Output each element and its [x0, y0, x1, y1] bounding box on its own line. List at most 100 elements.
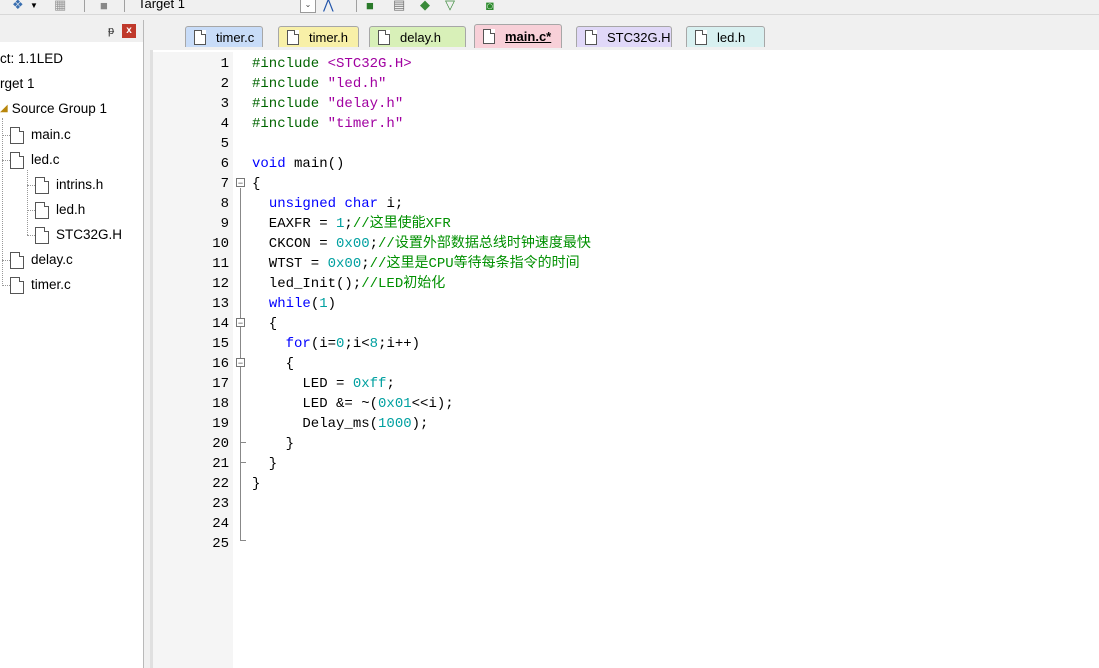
manage-icon[interactable]: ■: [366, 0, 374, 13]
line-number: 22: [212, 476, 229, 492]
file-icon: [378, 29, 390, 45]
code-line[interactable]: 5: [153, 134, 1099, 154]
line-number: 14: [212, 316, 229, 332]
code-text: CKCON = 0x00;//设置外部数据总线时钟速度最快: [252, 236, 591, 252]
tab-label: delay.h: [400, 29, 441, 45]
line-number: 20: [212, 436, 229, 452]
tree-connector: [27, 210, 35, 211]
line-number: 6: [220, 156, 229, 172]
code-line[interactable]: 17 LED = 0xff;: [153, 374, 1099, 394]
tab-label: timer.c: [216, 29, 255, 45]
debug-icon[interactable]: ◙: [486, 0, 494, 13]
code-line[interactable]: 25: [153, 534, 1099, 554]
code-text: void main(): [252, 156, 345, 172]
tree-target[interactable]: rget 1: [0, 74, 35, 94]
tab-delay-h[interactable]: delay.h: [369, 26, 466, 47]
code-line[interactable]: 19 Delay_ms(1000);: [153, 414, 1099, 434]
tab-label: STC32G.H: [607, 29, 671, 45]
close-icon[interactable]: x: [122, 24, 136, 38]
pack-icon[interactable]: ◆: [420, 0, 430, 13]
tree-group-label: Source Group 1: [11, 101, 108, 116]
funnel-icon[interactable]: ▽: [445, 0, 455, 13]
code-line[interactable]: 14 {: [153, 314, 1099, 334]
code-line[interactable]: 21 }: [153, 454, 1099, 474]
code-text: unsigned char i;: [268, 196, 404, 212]
tree-file-led-c[interactable]: led.c: [10, 150, 60, 170]
code-line[interactable]: 20 }: [153, 434, 1099, 454]
code-line[interactable]: 23: [153, 494, 1099, 514]
line-number: 11: [212, 256, 229, 272]
tab-label: led.h: [717, 29, 746, 45]
line-number: 15: [212, 336, 229, 352]
separator: [124, 0, 125, 12]
tree-header-stc32g-h[interactable]: STC32G.H: [35, 225, 122, 245]
line-number: 16: [212, 356, 229, 372]
file-icon: [194, 29, 206, 45]
dropdown-arrow-icon[interactable]: ▼: [30, 0, 38, 13]
code-line[interactable]: 2 #include "led.h": [153, 74, 1099, 94]
line-number: 23: [212, 496, 229, 512]
code-line[interactable]: 3 #include "delay.h": [153, 94, 1099, 114]
layers-icon[interactable]: ❖: [12, 0, 24, 13]
code-text: {: [252, 356, 295, 372]
tree-file-timer-c[interactable]: timer.c: [10, 275, 71, 295]
line-number: 1: [220, 56, 229, 72]
code-text: LED &= ~(0x01<<i);: [252, 396, 454, 412]
pin-icon[interactable]: ᵽ: [108, 25, 114, 37]
tree-file-main-c[interactable]: main.c: [10, 125, 71, 145]
code-text: #include <STC32G.H>: [252, 56, 412, 72]
tree-file-delay-c[interactable]: delay.c: [10, 250, 73, 270]
code-line[interactable]: 15 for(i=0;i<8;i++): [153, 334, 1099, 354]
code-line[interactable]: 1 #include <STC32G.H>: [153, 54, 1099, 74]
tree-connector: [2, 285, 10, 286]
code-text: led_Init();//LED初始化: [252, 276, 446, 292]
line-number: 3: [220, 96, 229, 112]
tab-led-h[interactable]: led.h: [686, 26, 765, 47]
file-icon: [10, 251, 24, 269]
code-line[interactable]: 8 unsigned char i;: [153, 194, 1099, 214]
code-line[interactable]: 10 CKCON = 0x00;//设置外部数据总线时钟速度最快: [153, 234, 1099, 254]
tree-file-label: intrins.h: [56, 177, 104, 192]
target-select[interactable]: Target 1: [138, 0, 318, 12]
batch-icon[interactable]: ▦: [54, 0, 66, 13]
code-line[interactable]: 16 {: [153, 354, 1099, 374]
code-line[interactable]: 12 led_Init();//LED初始化: [153, 274, 1099, 294]
code-line[interactable]: 4 #include "timer.h": [153, 114, 1099, 134]
tree-connector: [2, 135, 10, 136]
tree-group[interactable]: ◢ Source Group 1: [0, 99, 107, 119]
code-line[interactable]: 9 EAXFR = 1;//这里使能XFR: [153, 214, 1099, 234]
line-number: 9: [220, 216, 229, 232]
code-line[interactable]: 11 WTST = 0x00;//这里是CPU等待每条指令的时间: [153, 254, 1099, 274]
code-text: }: [252, 436, 295, 452]
tab-main-c[interactable]: main.c*: [474, 24, 562, 48]
code-text: }: [252, 476, 261, 492]
code-line[interactable]: 7{: [153, 174, 1099, 194]
line-number: 12: [212, 276, 229, 292]
tree-connector: [27, 235, 35, 236]
tree-project-root[interactable]: ct: 1.1LED: [0, 49, 63, 69]
code-text: }: [252, 456, 278, 472]
code-line[interactable]: 6 void main(): [153, 154, 1099, 174]
tree-file-label: main.c: [31, 127, 71, 142]
options-icon[interactable]: ⋀: [323, 0, 334, 13]
tree-connector: [2, 160, 10, 161]
separator: [84, 0, 85, 12]
code-text: {: [252, 176, 261, 192]
code-line[interactable]: 24: [153, 514, 1099, 534]
build-icon[interactable]: ■: [100, 0, 108, 13]
chevron-down-icon[interactable]: ⌄: [300, 0, 316, 13]
books-icon[interactable]: ▤: [393, 0, 405, 13]
tree-header-intrins-h[interactable]: intrins.h: [35, 175, 103, 195]
tree-header-led-h[interactable]: led.h: [35, 200, 85, 220]
tab-timer-h[interactable]: timer.h: [278, 26, 359, 47]
file-icon: [585, 29, 597, 45]
code-line[interactable]: 22}: [153, 474, 1099, 494]
tab-stc32g-h[interactable]: STC32G.H: [576, 26, 672, 47]
separator: [356, 0, 357, 12]
tab-timer-c[interactable]: timer.c: [185, 26, 263, 47]
file-icon: [35, 226, 49, 244]
code-line[interactable]: 13 while(1): [153, 294, 1099, 314]
tree-connector: [2, 260, 10, 261]
code-line[interactable]: 18 LED &= ~(0x01<<i);: [153, 394, 1099, 414]
line-number: 13: [212, 296, 229, 312]
